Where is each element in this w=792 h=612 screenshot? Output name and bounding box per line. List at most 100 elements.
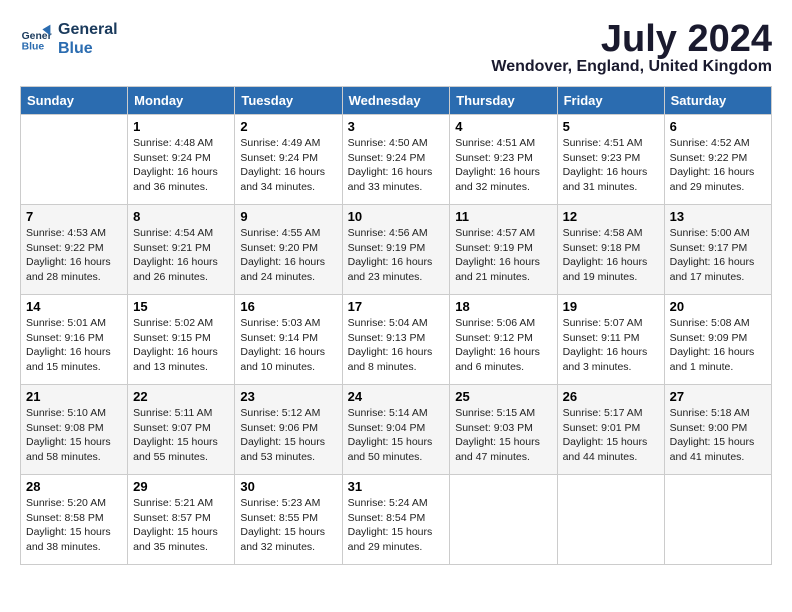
calendar-cell: 11 Sunrise: 4:57 AM Sunset: 9:19 PM Dayli… (450, 205, 557, 295)
calendar-cell (450, 475, 557, 565)
day-info: Sunrise: 5:12 AM Sunset: 9:06 PM Dayligh… (240, 406, 336, 465)
day-number: 4 (455, 119, 551, 134)
day-info: Sunrise: 5:07 AM Sunset: 9:11 PM Dayligh… (563, 316, 659, 375)
day-info: Sunrise: 4:55 AM Sunset: 9:20 PM Dayligh… (240, 226, 336, 285)
day-number: 28 (26, 479, 122, 494)
svg-text:Blue: Blue (22, 42, 45, 53)
day-number: 5 (563, 119, 659, 134)
day-info: Sunrise: 5:00 AM Sunset: 9:17 PM Dayligh… (670, 226, 766, 285)
calendar-cell: 16 Sunrise: 5:03 AM Sunset: 9:14 PM Dayli… (235, 295, 342, 385)
calendar-cell: 7Sunrise: 4:53 AM Sunset: 9:22 PM Daylig… (21, 205, 128, 295)
day-info: Sunrise: 4:48 AM Sunset: 9:24 PM Dayligh… (133, 136, 229, 195)
day-info: Sunrise: 4:57 AM Sunset: 9:19 PM Dayligh… (455, 226, 551, 285)
day-number: 20 (670, 299, 766, 314)
header-day-thursday: Thursday (450, 87, 557, 115)
day-number: 23 (240, 389, 336, 404)
month-title: July 2024 (491, 20, 772, 58)
day-info: Sunrise: 5:24 AM Sunset: 8:54 PM Dayligh… (348, 496, 445, 555)
day-info: Sunrise: 5:04 AM Sunset: 9:13 PM Dayligh… (348, 316, 445, 375)
day-info: Sunrise: 4:53 AM Sunset: 9:22 PM Dayligh… (26, 226, 122, 285)
day-number: 10 (348, 209, 445, 224)
calendar-cell: 24 Sunrise: 5:14 AM Sunset: 9:04 PM Dayli… (342, 385, 450, 475)
day-number: 30 (240, 479, 336, 494)
day-info: Sunrise: 4:56 AM Sunset: 9:19 PM Dayligh… (348, 226, 445, 285)
day-number: 3 (348, 119, 445, 134)
day-info: Sunrise: 5:06 AM Sunset: 9:12 PM Dayligh… (455, 316, 551, 375)
calendar-cell (21, 115, 128, 205)
day-info: Sunrise: 5:03 AM Sunset: 9:14 PM Dayligh… (240, 316, 336, 375)
header-day-saturday: Saturday (664, 87, 771, 115)
logo-icon: General Blue (20, 23, 52, 55)
day-info: Sunrise: 5:17 AM Sunset: 9:01 PM Dayligh… (563, 406, 659, 465)
day-number: 8 (133, 209, 229, 224)
day-info: Sunrise: 5:10 AM Sunset: 9:08 PM Dayligh… (26, 406, 122, 465)
day-info: Sunrise: 5:15 AM Sunset: 9:03 PM Dayligh… (455, 406, 551, 465)
day-number: 13 (670, 209, 766, 224)
calendar-cell: 4 Sunrise: 4:51 AM Sunset: 9:23 PM Daylig… (450, 115, 557, 205)
day-info: Sunrise: 5:21 AM Sunset: 8:57 PM Dayligh… (133, 496, 229, 555)
day-info: Sunrise: 5:14 AM Sunset: 9:04 PM Dayligh… (348, 406, 445, 465)
day-number: 17 (348, 299, 445, 314)
calendar-table: SundayMondayTuesdayWednesdayThursdayFrid… (20, 86, 772, 565)
calendar-cell: 20 Sunrise: 5:08 AM Sunset: 9:09 PM Dayli… (664, 295, 771, 385)
header-day-tuesday: Tuesday (235, 87, 342, 115)
day-info: Sunrise: 4:49 AM Sunset: 9:24 PM Dayligh… (240, 136, 336, 195)
logo: General Blue General Blue (20, 20, 118, 58)
calendar-cell: 10 Sunrise: 4:56 AM Sunset: 9:19 PM Dayli… (342, 205, 450, 295)
header: General Blue General Blue July 2024 Wend… (20, 20, 772, 76)
calendar-cell (557, 475, 664, 565)
day-number: 21 (26, 389, 122, 404)
calendar-cell: 17 Sunrise: 5:04 AM Sunset: 9:13 PM Dayli… (342, 295, 450, 385)
day-number: 2 (240, 119, 336, 134)
calendar-cell: 3 Sunrise: 4:50 AM Sunset: 9:24 PM Daylig… (342, 115, 450, 205)
day-info: Sunrise: 4:58 AM Sunset: 9:18 PM Dayligh… (563, 226, 659, 285)
calendar-cell: 5 Sunrise: 4:51 AM Sunset: 9:23 PM Daylig… (557, 115, 664, 205)
day-number: 11 (455, 209, 551, 224)
title-area: July 2024 Wendover, England, United King… (491, 20, 772, 76)
header-day-friday: Friday (557, 87, 664, 115)
calendar-cell: 31 Sunrise: 5:24 AM Sunset: 8:54 PM Dayli… (342, 475, 450, 565)
header-day-sunday: Sunday (21, 87, 128, 115)
day-number: 31 (348, 479, 445, 494)
day-number: 29 (133, 479, 229, 494)
day-number: 25 (455, 389, 551, 404)
day-number: 27 (670, 389, 766, 404)
logo-line2: Blue (58, 39, 118, 58)
day-number: 16 (240, 299, 336, 314)
logo-line1: General (58, 20, 118, 39)
day-info: Sunrise: 4:51 AM Sunset: 9:23 PM Dayligh… (563, 136, 659, 195)
day-info: Sunrise: 5:01 AM Sunset: 9:16 PM Dayligh… (26, 316, 122, 375)
day-info: Sunrise: 4:51 AM Sunset: 9:23 PM Dayligh… (455, 136, 551, 195)
day-number: 19 (563, 299, 659, 314)
day-number: 15 (133, 299, 229, 314)
header-day-monday: Monday (128, 87, 235, 115)
calendar-cell: 25 Sunrise: 5:15 AM Sunset: 9:03 PM Dayli… (450, 385, 557, 475)
day-number: 22 (133, 389, 229, 404)
calendar-cell: 26Sunrise: 5:17 AM Sunset: 9:01 PM Dayli… (557, 385, 664, 475)
calendar-cell: 19 Sunrise: 5:07 AM Sunset: 9:11 PM Dayli… (557, 295, 664, 385)
calendar-cell (664, 475, 771, 565)
calendar-cell: 9 Sunrise: 4:55 AM Sunset: 9:20 PM Daylig… (235, 205, 342, 295)
calendar-cell: 2 Sunrise: 4:49 AM Sunset: 9:24 PM Daylig… (235, 115, 342, 205)
day-number: 9 (240, 209, 336, 224)
calendar-cell: 28Sunrise: 5:20 AM Sunset: 8:58 PM Dayli… (21, 475, 128, 565)
calendar-cell: 23 Sunrise: 5:12 AM Sunset: 9:06 PM Dayli… (235, 385, 342, 475)
day-info: Sunrise: 4:50 AM Sunset: 9:24 PM Dayligh… (348, 136, 445, 195)
day-number: 14 (26, 299, 122, 314)
calendar-cell: 15 Sunrise: 5:02 AM Sunset: 9:15 PM Dayli… (128, 295, 235, 385)
calendar-cell: 14 Sunrise: 5:01 AM Sunset: 9:16 PM Dayli… (21, 295, 128, 385)
calendar-cell: 18Sunrise: 5:06 AM Sunset: 9:12 PM Dayli… (450, 295, 557, 385)
header-day-wednesday: Wednesday (342, 87, 450, 115)
calendar-cell: 1Sunrise: 4:48 AM Sunset: 9:24 PM Daylig… (128, 115, 235, 205)
day-info: Sunrise: 5:02 AM Sunset: 9:15 PM Dayligh… (133, 316, 229, 375)
calendar-cell: 22 Sunrise: 5:11 AM Sunset: 9:07 PM Dayli… (128, 385, 235, 475)
calendar-cell: 13 Sunrise: 5:00 AM Sunset: 9:17 PM Dayli… (664, 205, 771, 295)
day-info: Sunrise: 5:18 AM Sunset: 9:00 PM Dayligh… (670, 406, 766, 465)
calendar-cell: 29 Sunrise: 5:21 AM Sunset: 8:57 PM Dayli… (128, 475, 235, 565)
calendar-cell: 12Sunrise: 4:58 AM Sunset: 9:18 PM Dayli… (557, 205, 664, 295)
calendar-cell: 21 Sunrise: 5:10 AM Sunset: 9:08 PM Dayli… (21, 385, 128, 475)
location-title: Wendover, England, United Kingdom (491, 58, 772, 76)
day-number: 24 (348, 389, 445, 404)
day-info: Sunrise: 5:11 AM Sunset: 9:07 PM Dayligh… (133, 406, 229, 465)
day-info: Sunrise: 5:08 AM Sunset: 9:09 PM Dayligh… (670, 316, 766, 375)
